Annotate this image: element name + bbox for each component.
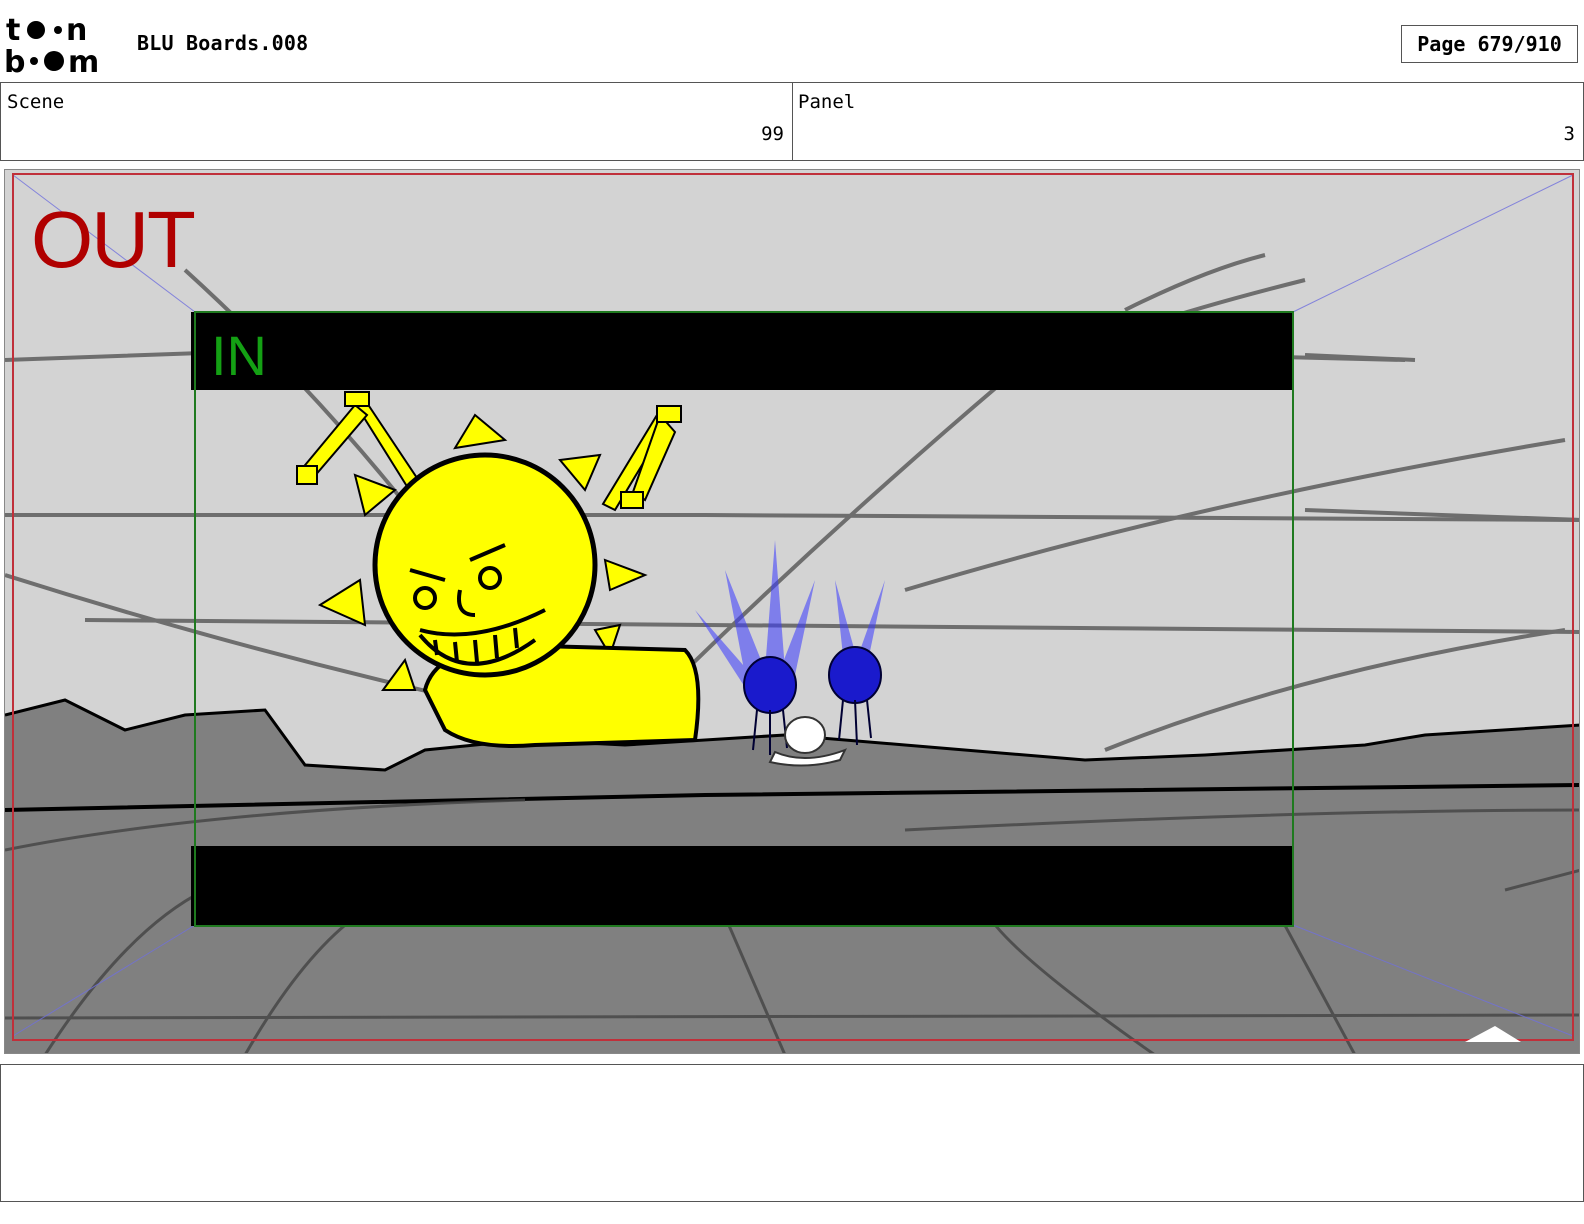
svg-text:b: b <box>4 45 25 76</box>
in-frame-label: IN <box>211 324 267 387</box>
scene-cell: Scene 99 <box>0 83 793 160</box>
info-row: Scene 99 Panel 3 <box>0 82 1584 161</box>
storyboard-panel[interactable]: OUT IN <box>4 169 1580 1054</box>
toon-boom-logo: t n b m <box>4 13 116 80</box>
svg-text:t: t <box>6 14 20 48</box>
svg-text:n: n <box>66 14 87 48</box>
page-indicator: Page 679/910 <box>1401 25 1578 63</box>
panel-label: Panel <box>798 91 856 113</box>
top-letterbox <box>191 312 1293 390</box>
panel-cell: Panel 3 <box>792 83 1584 160</box>
panel-artwork <box>5 170 1579 1053</box>
svg-text:m: m <box>68 45 99 76</box>
scene-label: Scene <box>7 91 65 113</box>
bottom-letterbox <box>191 846 1293 926</box>
scene-number: 99 <box>761 123 784 145</box>
panel-notes[interactable] <box>0 1064 1584 1202</box>
project-title: BLU Boards.008 <box>137 31 309 55</box>
panel-number: 3 <box>1563 123 1575 145</box>
out-frame-label: OUT <box>31 195 196 284</box>
